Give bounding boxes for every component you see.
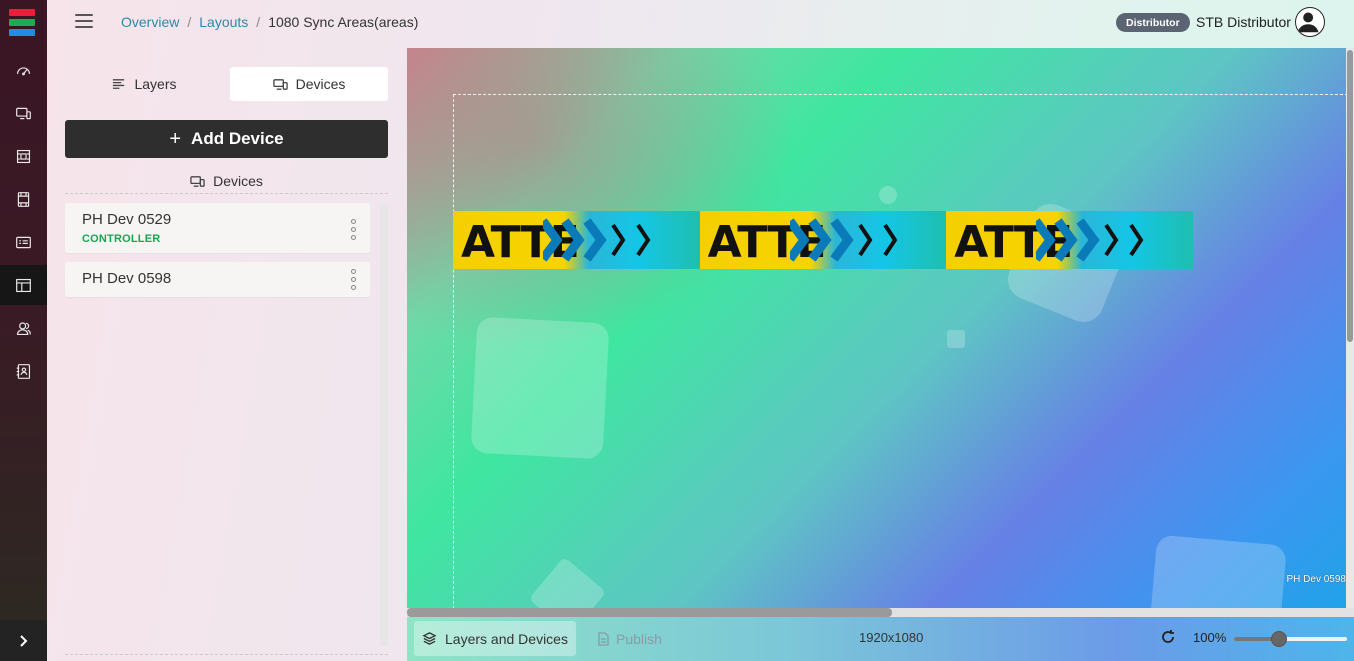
- canvas-resolution: 1920x1080: [859, 630, 924, 645]
- layout-icon: [16, 278, 31, 292]
- devices-icon: [190, 175, 205, 187]
- monitor-icon: [16, 107, 31, 119]
- breadcrumb-separator: /: [256, 14, 261, 30]
- banner-media[interactable]: ATTE ATTE ATTE: [453, 211, 1193, 269]
- zoom-slider-handle[interactable]: [1271, 631, 1288, 647]
- banner-segment: ATTE: [453, 211, 700, 269]
- hamburger-line: [75, 20, 93, 22]
- hamburger-line: [75, 14, 93, 16]
- divider: [65, 193, 388, 194]
- chevron-right-icon: [19, 634, 27, 647]
- app-logo[interactable]: [9, 9, 35, 37]
- add-device-label: Add Device: [191, 129, 284, 148]
- document-icon: [598, 631, 609, 646]
- tab-devices-label: Devices: [295, 76, 346, 92]
- users-icon: [16, 321, 31, 335]
- chevrons-graphic: [789, 218, 897, 262]
- breadcrumb-layouts[interactable]: Layouts: [199, 14, 248, 30]
- layers-stack-icon: [422, 632, 437, 645]
- layers-and-devices-label: Layers and Devices: [445, 630, 568, 647]
- banner-segment: ATTE: [699, 211, 947, 269]
- device-more-icon[interactable]: [350, 219, 356, 240]
- devices-section-heading: Devices: [65, 170, 388, 192]
- user-avatar-icon: [1297, 12, 1319, 33]
- devices-heading-label: Devices: [213, 173, 263, 189]
- canvas-vertical-scroll-thumb[interactable]: [1347, 50, 1353, 342]
- breadcrumb-overview[interactable]: Overview: [121, 14, 179, 30]
- sync-area-selection[interactable]: [453, 94, 1353, 608]
- layers-devices-panel: Layers Devices + Add Device Devices PH D…: [47, 48, 407, 661]
- nav-item-layouts[interactable]: [0, 265, 47, 305]
- publish-button[interactable]: Publish: [597, 621, 662, 656]
- contact-book-icon: [16, 363, 31, 379]
- logo-bar-green: [9, 19, 35, 26]
- reset-zoom-button[interactable]: [1160, 629, 1176, 645]
- chevrons-graphic: [1036, 218, 1144, 262]
- tab-devices[interactable]: Devices: [230, 67, 388, 101]
- frame-icon: [16, 149, 31, 163]
- chevrons-graphic: [543, 218, 651, 262]
- refresh-icon: [1162, 630, 1174, 643]
- layers-and-devices-button[interactable]: Layers and Devices: [414, 621, 576, 656]
- tab-layers-label: Layers: [134, 76, 177, 92]
- menu-toggle-button[interactable]: [75, 14, 93, 30]
- logo-bar-red: [9, 9, 35, 16]
- hamburger-line: [75, 26, 93, 28]
- nav-item-users[interactable]: [0, 308, 47, 348]
- nav-item-playlists[interactable]: [0, 222, 47, 262]
- device-role-badge: CONTROLLER: [82, 233, 161, 245]
- user-name[interactable]: STB Distributor: [1196, 14, 1291, 30]
- list-screen-icon: [16, 236, 31, 248]
- nav-expand-button[interactable]: [0, 620, 47, 661]
- canvas-horizontal-scroll-thumb[interactable]: [407, 608, 892, 617]
- nav-item-areas[interactable]: [0, 136, 47, 176]
- device-name: PH Dev 0598: [82, 270, 172, 287]
- nav-item-contacts[interactable]: [0, 351, 47, 391]
- device-list-scrollbar[interactable]: [380, 204, 388, 646]
- divider: [65, 654, 388, 655]
- film-icon: [17, 191, 30, 207]
- breadcrumb-separator: /: [187, 14, 192, 30]
- layout-canvas[interactable]: ATTE ATTE ATTE PH Dev 0598: [407, 48, 1354, 608]
- tab-layers[interactable]: Layers: [65, 67, 223, 101]
- nav-rail: [0, 0, 47, 661]
- nav-item-media[interactable]: [0, 179, 47, 219]
- speedometer-icon: [16, 66, 31, 75]
- add-device-button[interactable]: + Add Device: [65, 120, 388, 158]
- avatar[interactable]: [1295, 7, 1325, 37]
- logo-bar-blue: [9, 29, 35, 36]
- area-device-label: PH Dev 0598: [1286, 574, 1346, 585]
- device-list-item[interactable]: PH Dev 0529 CONTROLLER: [65, 203, 370, 253]
- device-name: PH Dev 0529: [82, 211, 172, 228]
- publish-label: Publish: [616, 630, 662, 647]
- role-badge: Distributor: [1116, 13, 1190, 32]
- plus-icon: +: [169, 127, 182, 150]
- breadcrumb: Overview / Layouts / 1080 Sync Areas(are…: [121, 14, 418, 30]
- layers-lines-icon: [113, 78, 125, 89]
- banner-segment: ATTE: [946, 211, 1193, 269]
- zoom-level: 100%: [1193, 630, 1227, 645]
- nav-item-devices[interactable]: [0, 93, 47, 133]
- canvas-toolbar: Layers and Devices Publish 1920x1080 100…: [407, 617, 1354, 661]
- devices-icon: [272, 78, 288, 90]
- device-list-item[interactable]: PH Dev 0598: [65, 262, 370, 297]
- device-more-icon[interactable]: [350, 269, 356, 290]
- breadcrumb-current: 1080 Sync Areas(areas): [268, 14, 419, 30]
- nav-item-dashboard[interactable]: [0, 50, 47, 90]
